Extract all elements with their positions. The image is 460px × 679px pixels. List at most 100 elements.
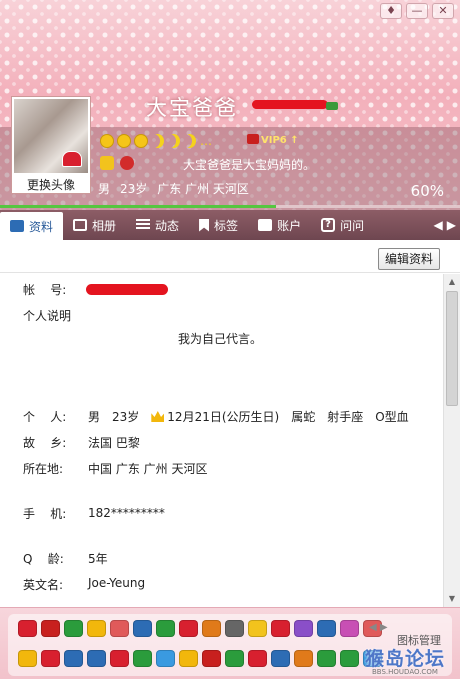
tab-feed[interactable]: 动态 bbox=[126, 210, 189, 240]
level-badges[interactable]: … bbox=[100, 134, 212, 148]
tab-account[interactable]: 账户 bbox=[248, 210, 311, 240]
service-icon[interactable] bbox=[294, 650, 313, 667]
service-icon[interactable] bbox=[87, 620, 106, 637]
service-icon[interactable] bbox=[179, 620, 198, 637]
service-icon[interactable] bbox=[317, 620, 336, 637]
crown-icon bbox=[151, 411, 165, 422]
moon-icon bbox=[151, 134, 164, 148]
phone-value: 182********* bbox=[88, 506, 165, 520]
account-label: 帐 号: bbox=[23, 283, 67, 297]
tab-next-icon[interactable]: ▶ bbox=[447, 218, 456, 232]
signature[interactable]: 大宝爸爸是大宝妈妈的。 bbox=[183, 156, 315, 173]
service-icon[interactable] bbox=[202, 620, 221, 637]
service-icon[interactable] bbox=[317, 650, 336, 667]
service-icon[interactable] bbox=[271, 650, 290, 667]
tab-album[interactable]: 相册 bbox=[63, 210, 126, 240]
service-icon[interactable] bbox=[41, 620, 60, 637]
location-label: 所在地: bbox=[23, 462, 64, 476]
service-icon[interactable] bbox=[64, 620, 83, 637]
personal-age: 23岁 bbox=[112, 410, 140, 424]
birthday-value: 12月21日(公历生日) bbox=[167, 410, 280, 424]
service-icon[interactable] bbox=[156, 620, 175, 637]
minimize-button[interactable]: — bbox=[406, 3, 428, 19]
service-icon[interactable] bbox=[110, 620, 129, 637]
service-icon[interactable] bbox=[271, 620, 290, 637]
profile-content: 编辑资料 ▲ ▼ 帐 号: 个人说明 我为自己代言。 个 人: 男 23岁 12… bbox=[0, 240, 460, 607]
service-icon[interactable] bbox=[225, 650, 244, 667]
service-icon[interactable] bbox=[179, 650, 198, 667]
sun-icon bbox=[134, 134, 148, 148]
close-button[interactable]: ✕ bbox=[432, 3, 454, 19]
sun-icon bbox=[117, 134, 131, 148]
service-icon[interactable] bbox=[18, 650, 37, 667]
service-icon-yellow[interactable] bbox=[100, 156, 114, 170]
service-icon[interactable] bbox=[225, 620, 244, 637]
avatar[interactable] bbox=[14, 99, 88, 173]
service-icon[interactable] bbox=[110, 650, 129, 667]
service-icon[interactable] bbox=[133, 650, 152, 667]
service-icon[interactable] bbox=[340, 620, 359, 637]
edit-profile-button[interactable]: 编辑资料 bbox=[377, 248, 440, 270]
tray-nav[interactable]: ◀ ▶ bbox=[369, 622, 388, 633]
tab-label: 标签 bbox=[214, 218, 239, 233]
tab-label: 问问 bbox=[340, 218, 365, 233]
watermark-url: BBS.HOUDAO.COM bbox=[372, 668, 438, 676]
age: 23岁 bbox=[120, 182, 148, 196]
scroll-down-icon[interactable]: ▼ bbox=[444, 591, 460, 607]
tab-bar: 资料 相册 动态 标签 账户 ? 问问 ◀ ▶ bbox=[0, 210, 460, 240]
card-icon bbox=[10, 220, 24, 232]
icon-row-bottom bbox=[18, 650, 382, 667]
service-icon[interactable] bbox=[248, 650, 267, 667]
tag-icon bbox=[199, 218, 210, 232]
location: 广东 广州 天河区 bbox=[157, 182, 249, 196]
service-icon[interactable] bbox=[156, 650, 175, 667]
tab-prev-icon[interactable]: ◀ bbox=[434, 218, 443, 232]
photo-icon bbox=[73, 219, 88, 231]
gender: 男 bbox=[98, 182, 111, 196]
sun-icon bbox=[100, 134, 114, 148]
completion-bar bbox=[0, 205, 460, 208]
service-icon[interactable] bbox=[87, 650, 106, 667]
service-icon[interactable] bbox=[18, 620, 37, 637]
profile-header: ♦ — ✕ 更换头像 大宝爸爸 … VIP6 ↑ 大宝爸爸是大宝妈妈的。 男 2… bbox=[0, 0, 460, 210]
personal-label: 个 人: bbox=[23, 410, 67, 424]
window-controls: ♦ — ✕ bbox=[380, 3, 454, 19]
service-icon[interactable] bbox=[248, 620, 267, 637]
service-icons bbox=[100, 156, 134, 170]
heart-icon bbox=[62, 151, 82, 167]
edit-nickname-icon[interactable] bbox=[326, 102, 338, 110]
service-icon[interactable] bbox=[294, 620, 313, 637]
vertical-scrollbar[interactable]: ▲ ▼ bbox=[443, 274, 460, 607]
personal-gender: 男 bbox=[88, 410, 101, 424]
service-icon[interactable] bbox=[64, 650, 83, 667]
moon-icon bbox=[183, 134, 196, 148]
scroll-up-icon[interactable]: ▲ bbox=[444, 274, 460, 290]
english-name-value: Joe-Yeung bbox=[88, 576, 146, 590]
service-icon[interactable] bbox=[340, 650, 359, 667]
tab-profile[interactable]: 资料 bbox=[0, 212, 64, 240]
service-icon-red[interactable] bbox=[120, 156, 134, 170]
tab-label: 账户 bbox=[277, 218, 302, 233]
vip-badge[interactable]: VIP6 ↑ bbox=[247, 134, 299, 146]
service-icon[interactable] bbox=[41, 650, 60, 667]
tab-ask[interactable]: ? 问问 bbox=[311, 210, 374, 240]
list-icon bbox=[136, 219, 151, 231]
skin-icon[interactable]: ♦ bbox=[380, 3, 402, 19]
scroll-thumb[interactable] bbox=[446, 291, 458, 406]
tab-tags[interactable]: 标签 bbox=[189, 210, 248, 240]
avatar-box[interactable]: 更换头像 bbox=[11, 96, 91, 194]
english-name-label: 英文名: bbox=[23, 578, 64, 592]
tab-label: 资料 bbox=[29, 219, 54, 234]
content-toolbar: 编辑资料 bbox=[0, 240, 460, 273]
description-label: 个人说明 bbox=[23, 309, 72, 323]
qage-value: 5年 bbox=[88, 552, 108, 566]
location-value: 中国 广东 广州 天河区 bbox=[88, 462, 208, 476]
wallet-icon bbox=[258, 219, 273, 231]
zodiac: 属蛇 bbox=[291, 410, 316, 424]
service-icon[interactable] bbox=[202, 650, 221, 667]
completion-bar-fill bbox=[0, 205, 276, 208]
service-icon[interactable] bbox=[133, 620, 152, 637]
tab-label: 相册 bbox=[92, 218, 117, 233]
hometown-value: 法国 巴黎 bbox=[88, 436, 140, 450]
change-avatar-button[interactable]: 更换头像 bbox=[14, 176, 88, 193]
